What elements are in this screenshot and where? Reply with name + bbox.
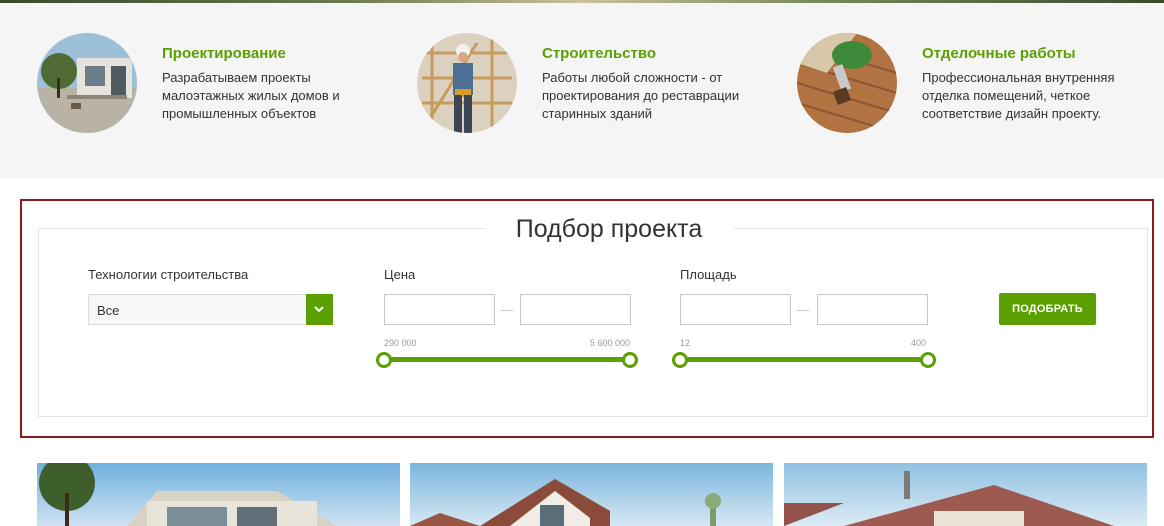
modern-house-photo [37,33,137,133]
area-slider-track[interactable] [680,357,928,362]
chevron-down-icon [314,306,324,313]
price-range-dash [501,310,513,311]
price-label: Цена [384,267,416,282]
service-description: Разрабатываем проекты малоэтажных жилых … [162,70,340,121]
house-photo-3 [784,463,1147,526]
price-range-max-label: 5 600 000 [589,338,630,348]
service-title[interactable]: Проектирование [162,45,286,62]
dropdown-toggle-button[interactable] [306,294,333,325]
area-slider-min-handle[interactable] [672,352,688,368]
service-title[interactable]: Строительство [542,45,656,62]
services-section: Проектирование Разрабатываем проекты мал… [0,3,1164,178]
price-range-min-label: 290 000 [384,338,417,348]
picker-title: Подбор проекта [484,212,734,246]
area-range-dash [797,310,809,311]
submit-button[interactable]: ПОДОБРАТЬ [999,293,1096,325]
painting-brush-photo [797,33,897,133]
house-photo-1 [37,463,400,526]
technology-label: Технологии строительства [88,267,249,282]
service-description: Работы любой сложности - от проектирован… [542,70,740,121]
project-card-2[interactable] [410,463,773,526]
project-card-1[interactable] [37,463,400,526]
service-title[interactable]: Отделочные работы [922,45,1076,62]
area-max-input[interactable] [817,294,928,325]
builder-photo [417,33,517,133]
area-range-min-label: 12 [680,338,691,348]
area-label: Площадь [680,267,737,282]
house-photo-2 [410,463,773,526]
price-slider-track[interactable] [384,357,630,362]
service-design: Проектирование Разрабатываем проекты мал… [37,33,377,143]
area-min-input[interactable] [680,294,791,325]
price-slider-min-handle[interactable] [376,352,392,368]
service-construction: Строительство Работы любой сложности - о… [417,33,757,143]
price-min-input[interactable] [384,294,495,325]
technology-select[interactable]: Все [88,294,333,325]
area-range-max-label: 400 [910,338,926,348]
price-max-input[interactable] [520,294,631,325]
service-description: Профессиональная внутренняя отделка поме… [922,70,1115,121]
price-slider-max-handle[interactable] [622,352,638,368]
technology-selected-value: Все [97,303,120,318]
service-finishing: Отделочные работы Профессиональная внутр… [797,33,1137,143]
project-card-3[interactable] [784,463,1147,526]
area-slider-max-handle[interactable] [920,352,936,368]
